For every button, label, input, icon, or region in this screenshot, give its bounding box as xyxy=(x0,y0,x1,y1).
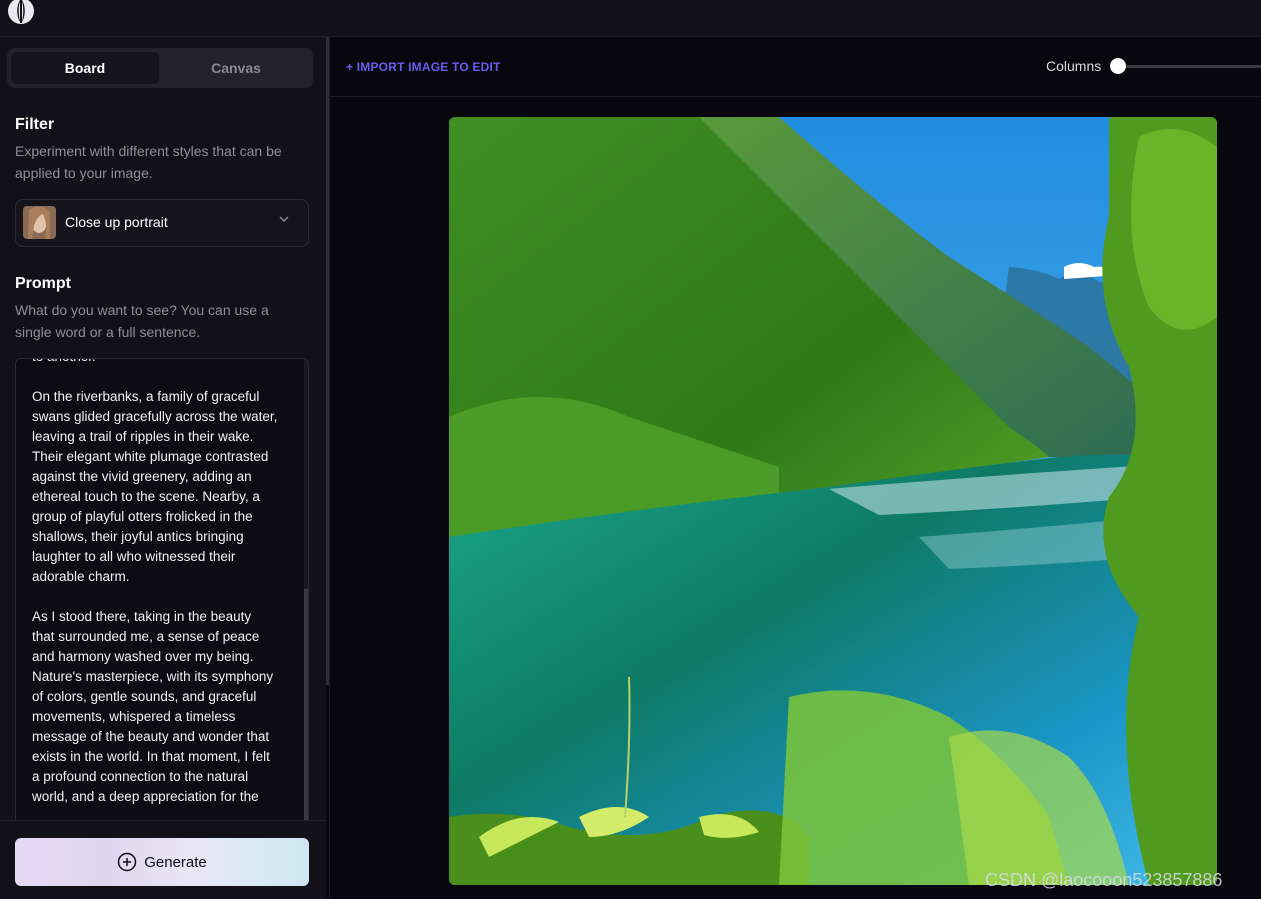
main-toolbar: + IMPORT IMAGE TO EDIT Columns xyxy=(330,37,1261,97)
generated-image[interactable] xyxy=(449,117,1217,885)
prompt-textarea[interactable]: to another. On the riverbanks, a family … xyxy=(15,358,309,821)
watermark: CSDN @laocooon523857886 xyxy=(985,870,1223,890)
prompt-title: Prompt xyxy=(15,275,71,292)
prompt-text: to another. On the riverbanks, a family … xyxy=(32,359,278,804)
generate-button[interactable]: Generate xyxy=(15,838,309,886)
plus-circle-icon xyxy=(117,852,137,872)
prompt-scrollbar-thumb[interactable] xyxy=(304,589,308,821)
divider xyxy=(0,820,326,821)
filter-title: Filter xyxy=(15,116,55,133)
prompt-description: What do you want to see? You can use a s… xyxy=(15,302,269,340)
generate-label: Generate xyxy=(144,853,207,871)
filter-dropdown[interactable]: Close up portrait xyxy=(15,199,309,247)
sidebar: Board Canvas Filter Experiment with diff… xyxy=(0,37,326,899)
tab-canvas[interactable]: Canvas xyxy=(162,52,310,84)
top-bar xyxy=(0,0,1261,37)
columns-slider-track[interactable] xyxy=(1116,65,1261,68)
landscape-image xyxy=(449,117,1217,885)
columns-label: Columns xyxy=(1046,58,1102,74)
columns-slider-thumb[interactable] xyxy=(1110,58,1126,74)
import-image-button[interactable]: + IMPORT IMAGE TO EDIT xyxy=(346,60,501,74)
chevron-down-icon xyxy=(279,216,289,222)
view-tabs: Board Canvas xyxy=(7,48,313,88)
sidebar-divider xyxy=(329,37,330,899)
app-logo-icon[interactable] xyxy=(6,0,36,26)
filter-description: Experiment with different styles that ca… xyxy=(15,143,282,181)
filter-selected-label: Close up portrait xyxy=(65,214,168,230)
tab-board[interactable]: Board xyxy=(11,52,159,84)
filter-thumbnail xyxy=(23,206,56,239)
